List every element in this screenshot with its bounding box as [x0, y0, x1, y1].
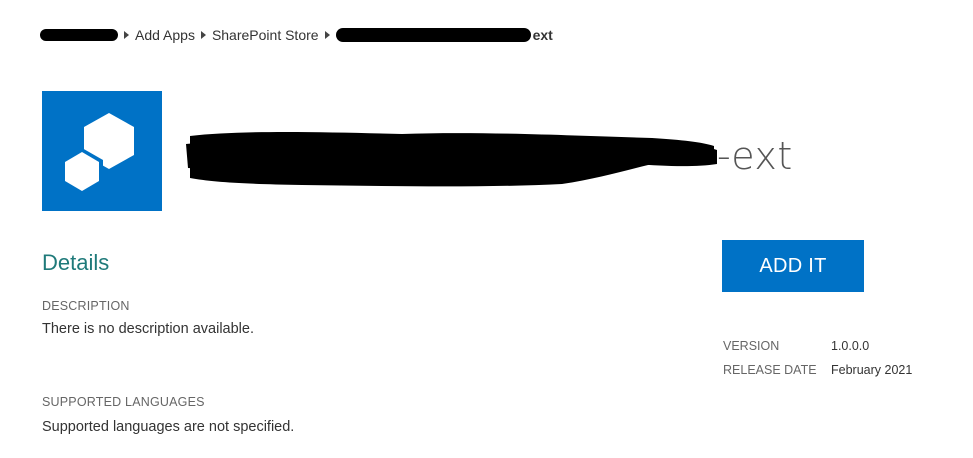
supported-languages-value: Supported languages are not specified. — [42, 419, 295, 435]
add-it-button[interactable]: ADD IT — [722, 240, 864, 292]
release-date-value: February 2021 — [831, 363, 913, 377]
description-label: DESCRIPTION — [42, 299, 130, 313]
redacted-app-title — [182, 128, 717, 188]
chevron-right-icon — [124, 31, 129, 39]
supported-languages-label: SUPPORTED LANGUAGES — [42, 395, 205, 409]
redacted-breadcrumb-current — [335, 28, 531, 42]
app-tile — [42, 91, 162, 211]
breadcrumb-current-suffix: ext — [532, 27, 553, 43]
breadcrumb-add-apps[interactable]: Add Apps — [135, 27, 195, 43]
version-label: VERSION — [723, 339, 780, 353]
release-date-label: RELEASE DATE — [723, 363, 817, 377]
breadcrumb-sharepoint-store[interactable]: SharePoint Store — [212, 27, 319, 43]
chevron-right-icon — [324, 31, 330, 39]
breadcrumb: Add Apps SharePoint Store ext — [40, 25, 553, 45]
chevron-right-icon — [200, 31, 206, 39]
version-value: 1.0.0.0 — [831, 339, 870, 353]
description-value: There is no description available. — [42, 321, 254, 337]
app-cube-icon — [61, 113, 134, 195]
redacted-breadcrumb-root[interactable] — [40, 29, 118, 41]
details-heading: Details — [42, 250, 110, 275]
app-title-suffix: -ext — [717, 134, 793, 178]
